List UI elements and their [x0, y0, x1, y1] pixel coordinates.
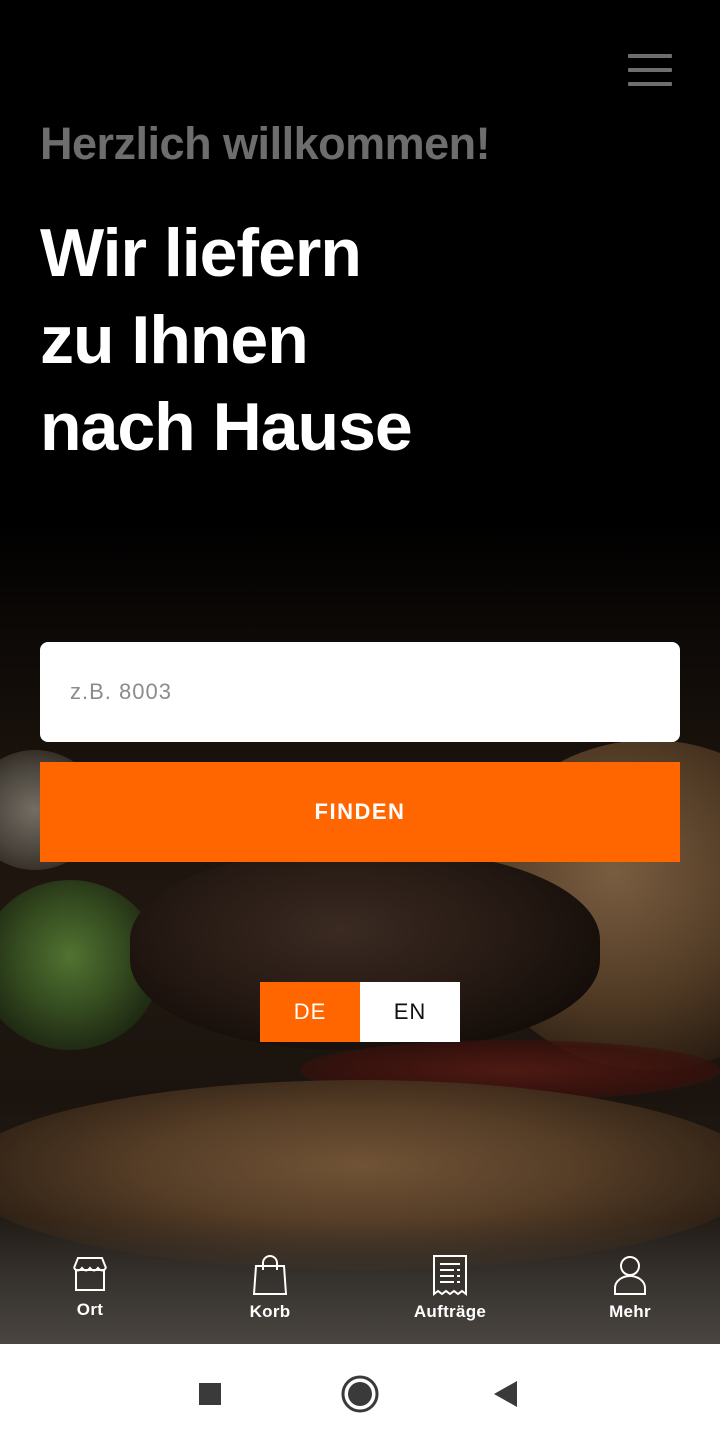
language-toggle: DE EN	[260, 982, 460, 1042]
find-button[interactable]: FINDEN	[40, 762, 680, 862]
nav-item-ort[interactable]: Ort	[30, 1254, 150, 1344]
nav-item-korb[interactable]: Korb	[210, 1254, 330, 1344]
back-icon[interactable]	[484, 1372, 528, 1416]
recent-apps-icon[interactable]	[188, 1372, 232, 1416]
language-de-button[interactable]: DE	[260, 982, 360, 1042]
shopping-bag-icon	[252, 1255, 288, 1295]
nav-label: Korb	[249, 1302, 291, 1321]
headline: Wir liefern zu Ihnen nach Hause	[40, 210, 413, 471]
store-icon	[73, 1257, 107, 1291]
nav-label: Aufträge	[413, 1302, 487, 1321]
nav-item-auftraege[interactable]: Aufträge	[390, 1254, 510, 1344]
headline-line: Wir liefern	[40, 215, 362, 291]
bottom-navigation: Ort Korb Aufträge Mehr	[0, 1240, 720, 1344]
hamburger-menu-icon[interactable]	[620, 48, 680, 92]
welcome-text: Herzlich willkommen!	[40, 118, 491, 169]
nav-label: Mehr	[609, 1302, 651, 1321]
home-icon[interactable]	[338, 1372, 382, 1416]
user-icon	[614, 1256, 646, 1295]
headline-line: zu Ihnen	[40, 302, 309, 378]
postal-code-input[interactable]	[40, 642, 680, 742]
app-screen: Herzlich willkommen! Wir liefern zu Ihne…	[0, 0, 720, 1440]
receipt-icon	[433, 1255, 467, 1296]
system-navigation-bar	[0, 1344, 720, 1440]
nav-label: Ort	[76, 1300, 104, 1319]
language-en-button[interactable]: EN	[360, 982, 460, 1042]
nav-item-mehr[interactable]: Mehr	[570, 1254, 690, 1344]
headline-line: nach Hause	[40, 389, 413, 465]
